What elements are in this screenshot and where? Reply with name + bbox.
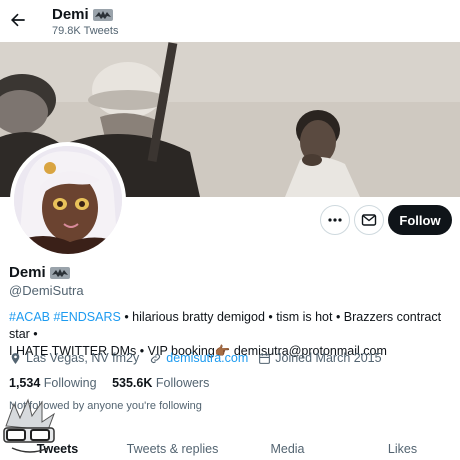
avatar-illustration (14, 146, 122, 254)
followers-link[interactable]: 535.6K Followers (112, 376, 209, 390)
profile-meta: Las Vegas, NV fm2y demisutra.com Joined … (9, 351, 392, 365)
top-bar: Demi 79.8K Tweets (0, 0, 460, 42)
followers-label: Followers (155, 376, 210, 390)
link-icon (151, 353, 161, 363)
location-item: Las Vegas, NV fm2y (9, 351, 139, 365)
bat-emoji-icon (92, 8, 113, 21)
header-title-row: Demi (52, 6, 113, 23)
back-arrow-icon[interactable] (8, 10, 28, 30)
tweet-count: 79.8K Tweets (52, 25, 119, 37)
avatar[interactable] (10, 142, 126, 258)
profile-tabs: Tweets Tweets & replies Media Likes (0, 438, 460, 460)
tab-likes[interactable]: Likes (345, 438, 460, 460)
calendar-icon (259, 353, 271, 364)
location-text: Las Vegas, NV fm2y (26, 351, 140, 365)
website-link[interactable]: demisutra.com (166, 351, 248, 365)
followers-count: 535.6K (112, 376, 153, 390)
profile-name-row: Demi (9, 264, 70, 281)
following-count: 1,534 (9, 376, 41, 390)
bat-emoji-icon (49, 266, 70, 279)
following-label: Following (43, 376, 97, 390)
more-icon (328, 218, 342, 222)
tab-media[interactable]: Media (230, 438, 345, 460)
header-title: Demi (52, 6, 89, 23)
location-icon (11, 352, 20, 364)
follow-counts: 1,534 Following 535.6K Followers (9, 376, 221, 390)
more-button[interactable] (320, 205, 350, 235)
joined-item: Joined March 2015 (258, 351, 382, 365)
joined-text: Joined March 2015 (275, 351, 382, 365)
profile-handle: @DemiSutra (9, 283, 84, 298)
following-link[interactable]: 1,534 Following (9, 376, 97, 390)
website-item[interactable]: demisutra.com (149, 351, 248, 365)
bio-hashtags[interactable]: #ACAB #ENDSARS (9, 310, 121, 324)
watermark-logo (3, 398, 56, 453)
profile-name: Demi (9, 264, 46, 281)
tab-tweets-replies[interactable]: Tweets & replies (115, 438, 230, 460)
follow-button[interactable]: Follow (388, 205, 452, 235)
mail-icon (361, 214, 377, 226)
message-button[interactable] (354, 205, 384, 235)
